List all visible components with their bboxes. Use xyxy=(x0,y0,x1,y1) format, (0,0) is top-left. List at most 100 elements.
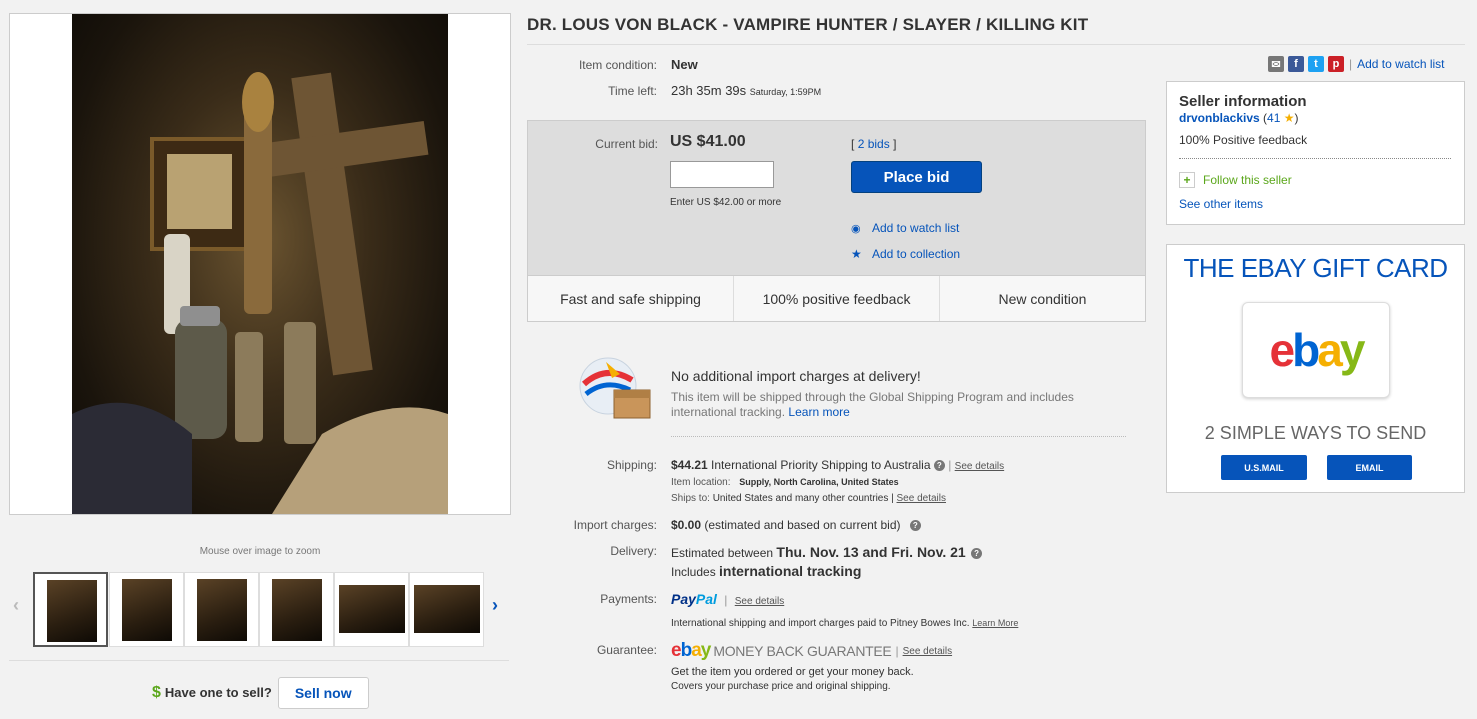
separator: | xyxy=(948,458,952,472)
thumbnail-2[interactable] xyxy=(109,572,184,647)
delivery-estimate: Estimated between Thu. Nov. 13 and Fri. … xyxy=(671,544,983,560)
ships-to-see-details-link[interactable]: See details xyxy=(897,493,946,504)
seller-name-row: drvonblackivs (41 ★) xyxy=(1179,111,1299,125)
email-icon[interactable]: ✉ xyxy=(1268,56,1284,72)
bid-count-close: ] xyxy=(893,137,897,151)
ships-to: Ships to: United States and many other c… xyxy=(671,493,946,504)
product-photo xyxy=(72,72,448,514)
pinterest-icon[interactable]: p xyxy=(1328,56,1344,72)
payments-value: PayPal | See details xyxy=(671,591,784,607)
main-product-image[interactable] xyxy=(72,14,448,514)
thumbnail-4[interactable] xyxy=(259,572,334,647)
title-divider xyxy=(527,44,1465,45)
zoom-hint: Mouse over image to zoom xyxy=(199,546,321,557)
collection-link-label: Add to collection xyxy=(872,247,961,261)
score-close: ) xyxy=(1294,111,1299,125)
condition-value: New xyxy=(671,57,698,72)
condition-label: Item condition: xyxy=(578,58,657,72)
separator: | xyxy=(895,644,899,658)
place-bid-button[interactable]: Place bid xyxy=(851,161,982,193)
guarantee-line-2: Covers your purchase price and original … xyxy=(671,681,891,692)
highlight-condition: New condition xyxy=(998,290,1087,307)
thumbnail-6[interactable] xyxy=(409,572,484,647)
facebook-icon[interactable]: f xyxy=(1288,56,1304,72)
import-charges-note: (estimated and based on current bid) xyxy=(704,518,901,532)
import-notice-body: This item will be shipped through the Gl… xyxy=(671,390,1111,420)
thumbnails-next-icon[interactable]: › xyxy=(492,595,498,616)
seller-info-panel: Seller information drvonblackivs (41 ★) … xyxy=(1166,81,1465,225)
seller-heading: Seller information xyxy=(1179,93,1307,110)
import-charges-label: Import charges: xyxy=(573,518,657,532)
shipping-service: International Priority Shipping to Austr… xyxy=(711,458,931,472)
watch-link-label: Add to watch list xyxy=(872,221,960,235)
ebay-logo: ebay xyxy=(671,640,711,661)
item-location: Item location: Supply, North Carolina, U… xyxy=(671,477,899,488)
bid-history-link[interactable]: 2 bids xyxy=(858,137,890,151)
payments-label: Payments: xyxy=(600,592,657,606)
import-charges-amount: $0.00 xyxy=(671,518,702,532)
payments-see-details-link[interactable]: See details xyxy=(735,596,784,607)
gift-card-subtitle: 2 SIMPLE WAYS TO SEND xyxy=(1204,423,1427,443)
help-icon[interactable]: ? xyxy=(971,548,983,560)
positive-feedback: 100% Positive feedback xyxy=(1179,133,1308,147)
highlight-feedback: 100% positive feedback xyxy=(734,276,940,321)
us-mail-button[interactable]: U.S.MAIL xyxy=(1221,455,1307,480)
divider xyxy=(671,436,1126,437)
seller-name-link[interactable]: drvonblackivs xyxy=(1179,111,1260,125)
add-to-watch-list-link[interactable]: Add to watch list xyxy=(1357,57,1444,71)
time-left: 23h 35m 39s Saturday, 1:59PM xyxy=(671,83,821,98)
guarantee-see-details-link[interactable]: See details xyxy=(903,646,952,657)
bid-box: Current bid: US $41.00 [ 2 bids ] Enter … xyxy=(527,120,1146,322)
thumbnail-5[interactable] xyxy=(334,572,409,647)
follow-seller[interactable]: + Follow this seller xyxy=(1179,172,1292,188)
gift-card-title: THE EBAY GIFT CARD xyxy=(1183,253,1448,283)
payments-learn-more-link[interactable]: Learn More xyxy=(972,618,1018,628)
feedback-score-link[interactable]: 41 xyxy=(1267,111,1280,125)
bid-count-open: [ xyxy=(851,137,855,151)
paypal-logo-pal: Pal xyxy=(695,591,717,607)
separator: | xyxy=(724,593,728,607)
guarantee-line-1: Get the item you ordered or get your mon… xyxy=(671,666,914,678)
gift-card-ad[interactable]: THE EBAY GIFT CARD ebay 2 SIMPLE WAYS TO… xyxy=(1166,244,1465,493)
learn-more-link[interactable]: Learn more xyxy=(788,405,849,419)
guarantee-value: ebay MONEY BACK GUARANTEE | See details xyxy=(671,640,952,662)
sell-prompt: $ Have one to sell? Sell now xyxy=(152,676,369,709)
thumbnails-prev-icon[interactable]: ‹ xyxy=(13,595,19,616)
plus-icon: + xyxy=(1179,172,1195,188)
paypal-logo: PayPal xyxy=(671,591,717,607)
see-other-items-link[interactable]: See other items xyxy=(1179,197,1263,211)
share-row: ✉ f t p | Add to watch list xyxy=(1268,56,1445,72)
eye-icon: ◉ xyxy=(851,222,861,235)
dollar-icon: $ xyxy=(152,683,161,701)
email-button[interactable]: EMAIL xyxy=(1327,455,1412,480)
thumbnail-1[interactable] xyxy=(33,572,108,647)
bid-count: [ 2 bids ] xyxy=(851,137,896,151)
sell-now-button[interactable]: Sell now xyxy=(277,676,369,709)
tracking-prefix: Includes xyxy=(671,565,716,579)
help-icon[interactable]: ? xyxy=(909,520,921,532)
highlight-shipping: Fast and safe shipping xyxy=(528,276,734,321)
twitter-icon[interactable]: t xyxy=(1308,56,1324,72)
ebay-logo: ebay xyxy=(1269,324,1366,376)
guarantee-label: Guarantee: xyxy=(596,643,657,657)
current-bid-value: US $41.00 xyxy=(670,133,746,150)
follow-seller-label: Follow this seller xyxy=(1203,173,1292,187)
star-icon: ★ xyxy=(1283,111,1295,125)
paypal-logo-pay: Pay xyxy=(671,591,696,607)
watch-link[interactable]: ◉ Add to watch list xyxy=(851,221,959,235)
import-notice-text: This item will be shipped through the Gl… xyxy=(671,390,1074,419)
global-shipping-icon xyxy=(576,354,656,424)
bid-amount-input[interactable] xyxy=(670,161,774,188)
thumbnail-3[interactable] xyxy=(184,572,259,647)
item-highlights: Fast and safe shipping 100% positive fee… xyxy=(528,275,1145,321)
tracking-value: international tracking xyxy=(719,563,862,579)
divider xyxy=(1179,158,1451,159)
help-icon[interactable]: ? xyxy=(933,460,945,472)
item-title: DR. LOUS VON BLACK - VAMPIRE HUNTER / SL… xyxy=(527,15,1089,34)
collection-link[interactable]: ★ Add to collection xyxy=(851,247,960,261)
money-back-guarantee: MONEY BACK GUARANTEE xyxy=(713,643,892,659)
time-left-label: Time left: xyxy=(608,84,657,98)
shipping-see-details-link[interactable]: See details xyxy=(955,461,1004,472)
payments-note-text: International shipping and import charge… xyxy=(671,618,970,629)
bid-input-hint: Enter US $42.00 or more xyxy=(670,197,782,208)
